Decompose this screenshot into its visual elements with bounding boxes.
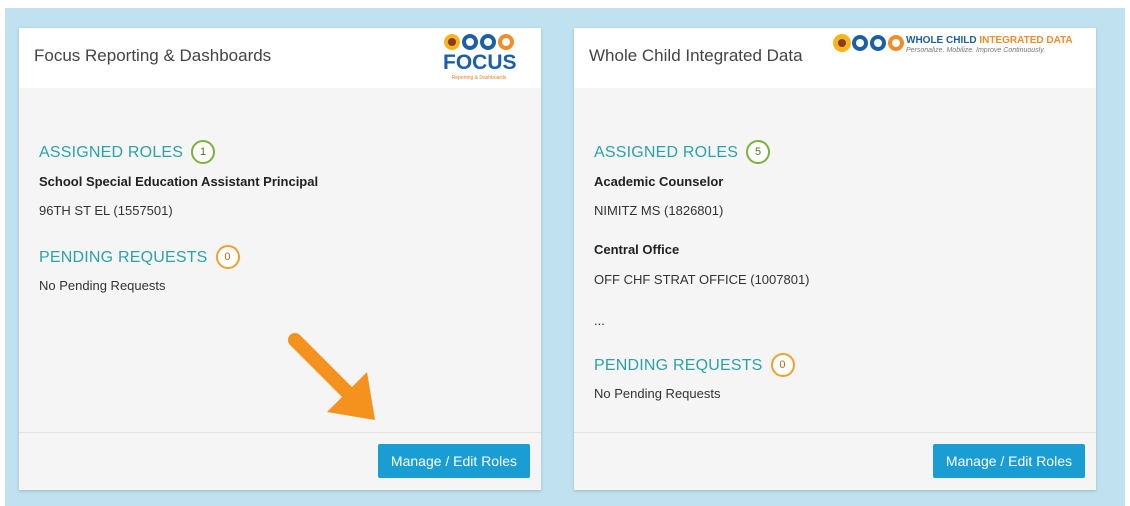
focus-app-card: Focus Reporting & Dashboards FOCUS Repor…: [19, 28, 541, 490]
assigned-count-badge: 5: [746, 140, 771, 164]
card-header: Whole Child Integrated Data WHOLE CHILD …: [574, 28, 1096, 88]
pending-requests-heading: PENDING REQUESTS 0: [594, 353, 795, 377]
manage-edit-roles-button[interactable]: Manage / Edit Roles: [932, 444, 1085, 478]
role-name: School Special Education Assistant Princ…: [39, 174, 319, 189]
role-location: OFF CHF STRAT OFFICE (1007801): [594, 272, 810, 287]
role-location: 96TH ST EL (1557501): [39, 203, 173, 218]
role-location: NIMITZ MS (1826801): [594, 203, 724, 218]
pending-count-badge: 0: [215, 245, 240, 269]
card-title: Focus Reporting & Dashboards: [34, 46, 272, 65]
role-name: Academic Counselor: [594, 174, 724, 189]
manage-edit-roles-button[interactable]: Manage / Edit Roles: [377, 444, 530, 478]
wcid-logo: WHOLE CHILD INTEGRATED DATA Personalize.…: [832, 33, 1080, 59]
focus-logo-subtitle: Reporting & Dashboards: [451, 75, 507, 81]
role-name: Central Office: [594, 242, 680, 257]
pending-requests-text: No Pending Requests: [594, 386, 721, 401]
orange-arrow-icon: [288, 333, 375, 420]
wcid-logo-title-b: INTEGRATED DATA: [979, 35, 1073, 46]
wcid-logo-circles-icon: [833, 34, 904, 52]
pending-count-badge: 0: [770, 353, 795, 377]
card-footer: Manage / Edit Roles: [19, 432, 541, 490]
wcid-app-card: Whole Child Integrated Data WHOLE CHILD …: [574, 28, 1096, 490]
wcid-logo-tagline: Personalize. Mobilize. Improve Continuou…: [906, 47, 1046, 54]
more-roles-ellipsis: ...: [594, 313, 605, 328]
card-footer: Manage / Edit Roles: [574, 432, 1096, 490]
pending-requests-label: PENDING REQUESTS: [39, 249, 208, 266]
focus-logo-word: FOCUS: [443, 51, 517, 74]
wcid-logo-title: WHOLE CHILD INTEGRATED DATA: [906, 35, 1073, 46]
assigned-roles-label: ASSIGNED ROLES: [594, 144, 739, 161]
assigned-count-badge: 1: [191, 140, 216, 164]
focus-logo: FOCUS Reporting & Dashboards: [443, 33, 523, 83]
assigned-roles-label: ASSIGNED ROLES: [39, 144, 184, 161]
card-title: Whole Child Integrated Data: [589, 46, 803, 65]
wcid-logo-title-a: WHOLE CHILD: [906, 35, 980, 46]
assigned-roles-heading: ASSIGNED ROLES 5: [594, 140, 771, 164]
assigned-roles-heading: ASSIGNED ROLES 1: [39, 140, 216, 164]
focus-logo-circles-icon: [444, 34, 514, 50]
pending-requests-label: PENDING REQUESTS: [594, 357, 763, 374]
pending-requests-heading: PENDING REQUESTS 0: [39, 245, 240, 269]
pending-requests-text: No Pending Requests: [39, 278, 166, 293]
card-header: Focus Reporting & Dashboards FOCUS Repor…: [19, 28, 541, 88]
